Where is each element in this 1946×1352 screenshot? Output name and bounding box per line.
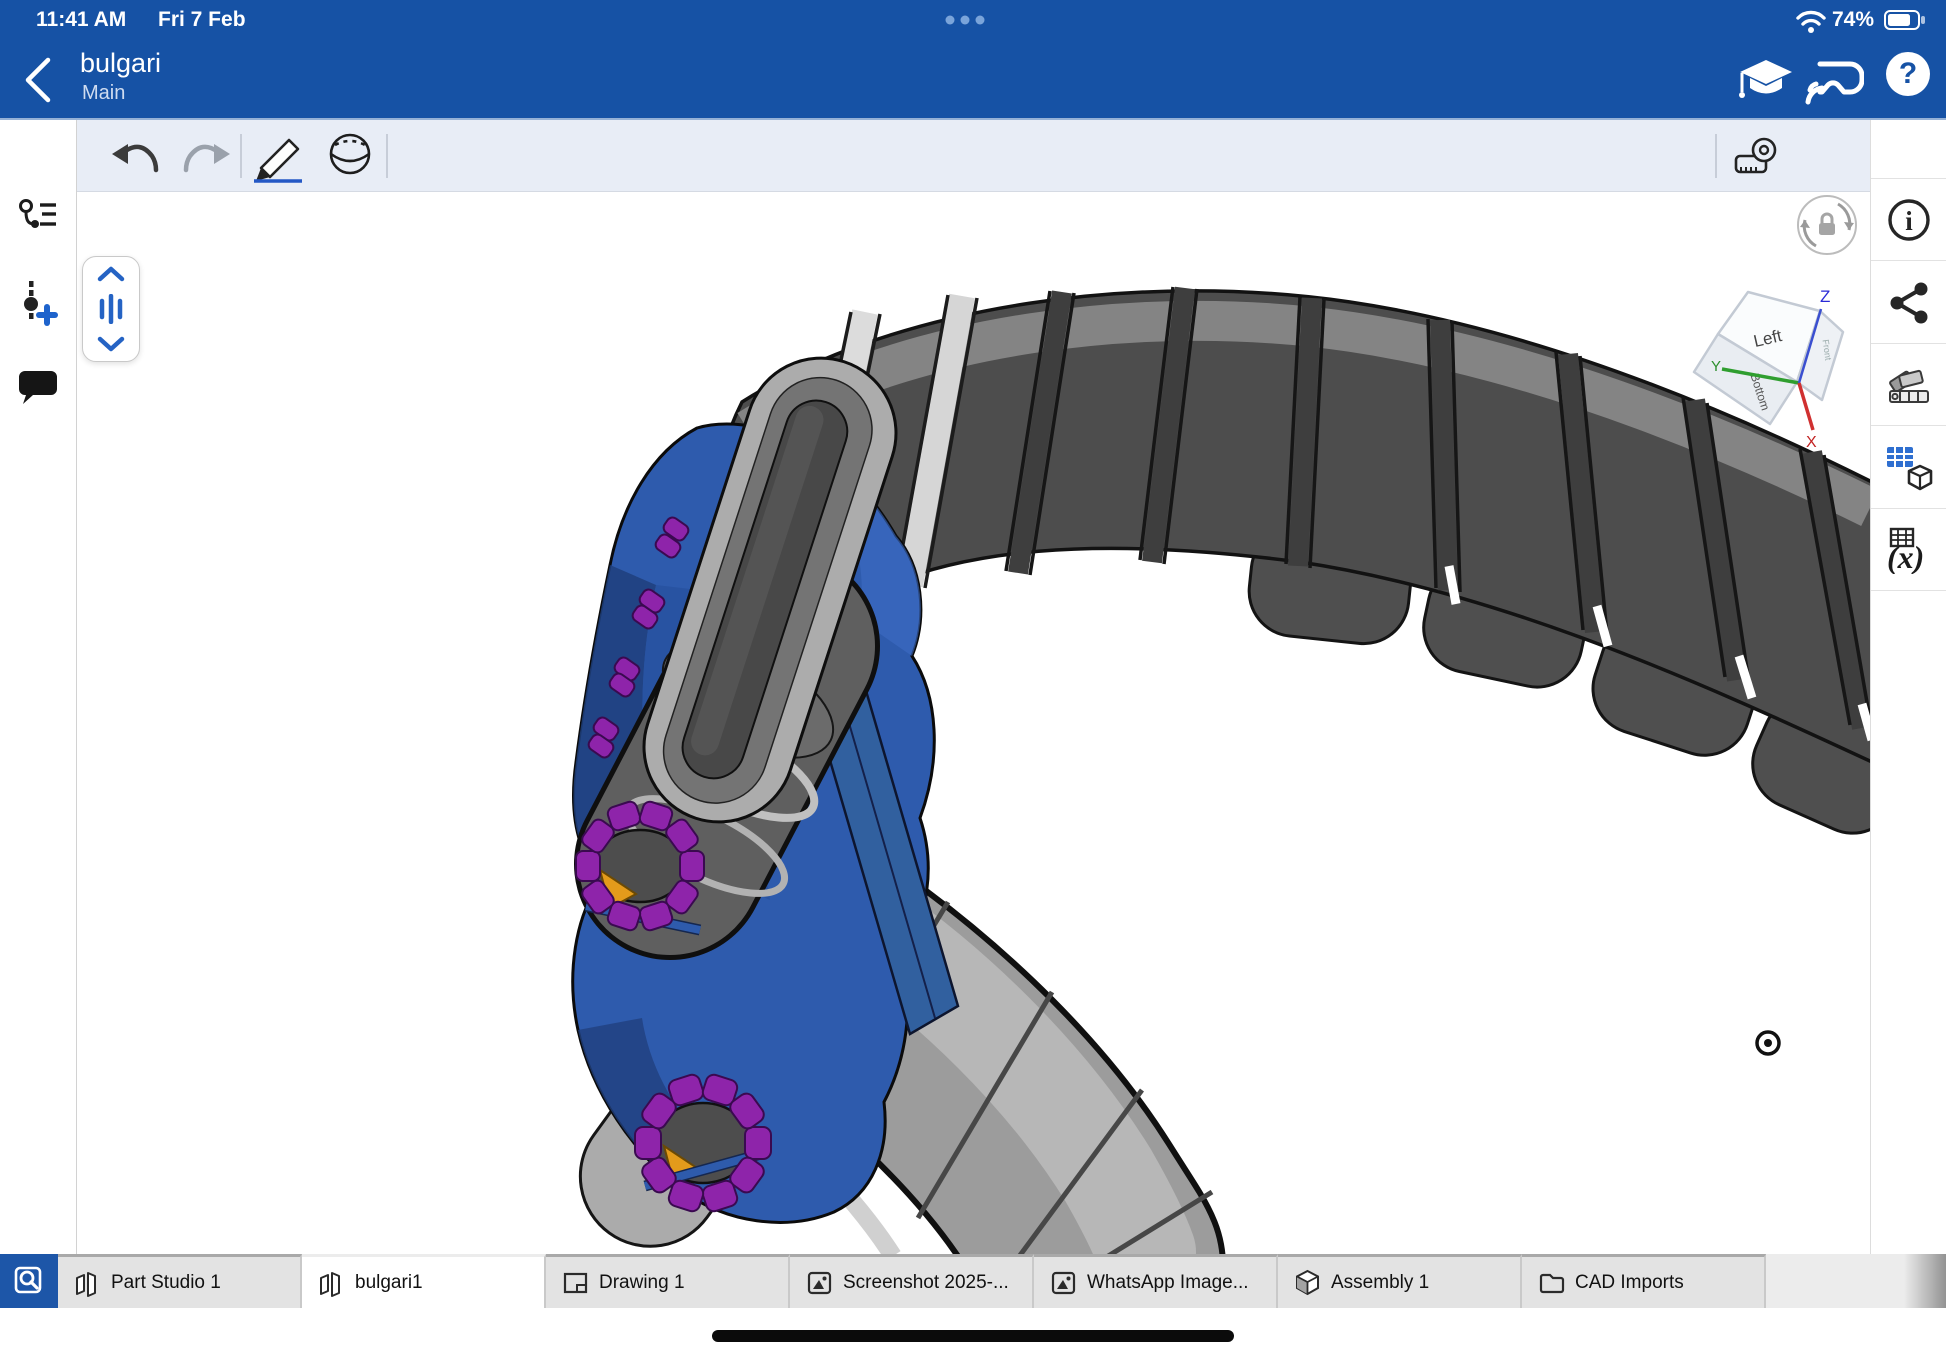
toolbar-divider — [1715, 134, 1717, 178]
axis-x-label: X — [1806, 434, 1817, 451]
info-panel-button[interactable]: i — [1871, 178, 1946, 261]
svg-text:(x): (x) — [1887, 539, 1924, 574]
battery-icon — [1884, 10, 1928, 30]
undo-icon[interactable] — [110, 138, 162, 176]
display-options-button[interactable] — [1871, 425, 1946, 509]
origin-marker-icon[interactable] — [1757, 1032, 1779, 1054]
sketch-pencil-icon[interactable] — [253, 132, 309, 184]
tab-whatsapp-image[interactable]: WhatsApp Image... — [1034, 1254, 1278, 1308]
image-icon — [806, 1269, 833, 1297]
tab-label: Part Studio 1 — [111, 1272, 221, 1294]
tab-drawing-1[interactable]: Drawing 1 — [546, 1254, 790, 1308]
document-title[interactable]: bulgari — [80, 48, 161, 79]
folder-icon — [1538, 1269, 1565, 1297]
tab-strip-filler — [1766, 1254, 1946, 1308]
status-date: Fri 7 Feb — [158, 8, 246, 32]
revolve-sphere-icon[interactable] — [327, 131, 373, 182]
axis-z-label: Z — [1820, 287, 1830, 306]
wifi-icon — [1794, 6, 1828, 34]
help-glyph: ? — [1899, 57, 1917, 91]
battery-percent: 74% — [1832, 8, 1874, 32]
rotate-lock-icon[interactable] — [1798, 196, 1856, 254]
add-feature-icon[interactable] — [18, 280, 60, 326]
tab-label: bulgari1 — [355, 1272, 423, 1294]
gem-cluster-lower — [635, 1073, 771, 1214]
ar-headset-icon[interactable] — [1804, 56, 1864, 106]
assembly-icon — [1294, 1269, 1321, 1297]
left-sidebar — [0, 120, 77, 1254]
feature-nav-widget[interactable] — [82, 256, 140, 362]
status-time: 11:41 AM — [36, 8, 126, 32]
document-toolbar — [77, 120, 1870, 192]
chevron-down-icon[interactable] — [96, 335, 126, 353]
part-studio-icon — [318, 1269, 345, 1297]
3d-model-canvas[interactable]: Left Bottom Front Y Z X — [77, 192, 1870, 1254]
find-in-document-button[interactable] — [0, 1254, 58, 1308]
bottom-tab-bar: Part Studio 1 bulgari1 Drawing 1 Screens… — [0, 1254, 1946, 1308]
tab-screenshot[interactable]: Screenshot 2025-... — [790, 1254, 1034, 1308]
model-viewport[interactable]: Left Bottom Front Y Z X — [77, 192, 1870, 1254]
drawing-icon — [562, 1269, 589, 1297]
home-indicator[interactable] — [712, 1330, 1234, 1342]
gem-cluster-upper — [576, 800, 704, 932]
tab-assembly-1[interactable]: Assembly 1 — [1278, 1254, 1522, 1308]
tab-label: Assembly 1 — [1331, 1272, 1429, 1294]
chevron-up-icon[interactable] — [96, 265, 126, 283]
tab-cad-imports[interactable]: CAD Imports — [1522, 1254, 1766, 1308]
feature-slider-icon[interactable] — [95, 294, 127, 324]
find-in-document-icon — [12, 1264, 46, 1298]
toolbar-divider — [240, 134, 242, 178]
workspace-name[interactable]: Main — [82, 82, 125, 105]
comment-icon[interactable] — [16, 368, 60, 408]
share-button[interactable] — [1871, 260, 1946, 344]
tab-scroll-shadow — [1904, 1254, 1946, 1308]
image-icon — [1050, 1269, 1077, 1297]
axis-y-label: Y — [1711, 358, 1721, 375]
variables-button[interactable]: (x) — [1871, 508, 1946, 591]
tab-part-studio-1[interactable]: Part Studio 1 — [58, 1254, 302, 1308]
tab-bulgari1[interactable]: bulgari1 — [302, 1254, 546, 1308]
status-bar: 11:41 AM Fri 7 Feb 74% — [0, 0, 1946, 40]
part-studio-icon — [74, 1269, 101, 1297]
back-chevron-icon[interactable] — [18, 54, 62, 106]
help-icon[interactable]: ? — [1886, 52, 1930, 96]
tab-label: WhatsApp Image... — [1087, 1272, 1249, 1294]
tab-label: CAD Imports — [1575, 1272, 1684, 1294]
app-header: bulgari Main ? — [0, 40, 1946, 120]
learning-center-icon[interactable] — [1738, 54, 1794, 106]
tab-label: Drawing 1 — [599, 1272, 685, 1294]
sidebar-divider — [1871, 590, 1946, 592]
toolbar-divider — [386, 134, 388, 178]
appearance-button[interactable] — [1871, 343, 1946, 426]
redo-icon[interactable] — [180, 138, 232, 176]
feature-list-icon[interactable] — [18, 198, 60, 234]
handoff-dots-icon — [940, 14, 1010, 26]
measure-icon[interactable] — [1734, 136, 1780, 178]
right-sidebar: i — [1870, 120, 1946, 1254]
tab-label: Screenshot 2025-... — [843, 1272, 1009, 1294]
svg-text:i: i — [1905, 206, 1913, 236]
